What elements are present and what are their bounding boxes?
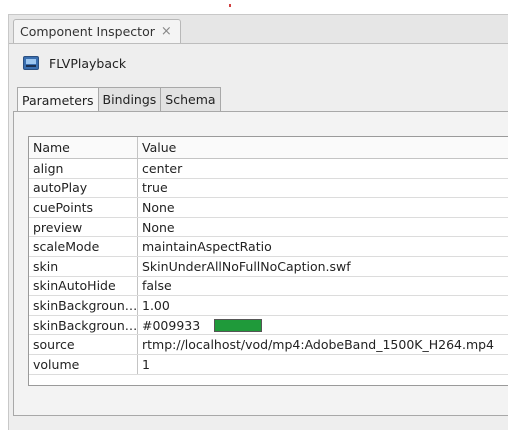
param-value-text: None xyxy=(142,199,175,215)
table-row[interactable]: skin SkinUnderAllNoFullNoCaption.swf xyxy=(29,256,508,277)
param-value-text: 1.00 xyxy=(142,297,170,313)
top-marker xyxy=(229,4,231,7)
param-name: scaleMode xyxy=(29,237,138,256)
tab-bindings[interactable]: Bindings xyxy=(97,87,162,111)
param-value-text: 1 xyxy=(142,356,150,372)
param-value[interactable]: false xyxy=(138,277,508,296)
window-top-strip xyxy=(0,0,508,14)
component-header: FLVPlayback xyxy=(23,53,126,73)
param-name: align xyxy=(29,159,138,178)
color-swatch[interactable] xyxy=(214,318,263,332)
param-value[interactable]: 1.00 xyxy=(138,296,508,315)
param-name: cuePoints xyxy=(29,198,138,217)
table-row[interactable]: autoPlay true xyxy=(29,178,508,199)
param-name: skinAutoHide xyxy=(29,276,138,296)
table-row[interactable]: source rtmp://localhost/vod/mp4:AdobeBand… xyxy=(29,335,508,355)
flv-component-icon xyxy=(23,56,39,70)
param-name: skin xyxy=(29,256,138,276)
component-name: FLVPlayback xyxy=(49,55,127,71)
close-icon[interactable]: × xyxy=(161,25,172,38)
param-value[interactable]: 1 xyxy=(138,355,508,374)
table-row[interactable]: skinAutoHide false xyxy=(29,276,508,297)
param-value[interactable]: None xyxy=(138,198,508,217)
param-name: source xyxy=(29,335,138,354)
table-row[interactable]: skinBackgroun… 1.00 xyxy=(29,296,508,316)
parameters-tab-content: Name Value align center autoPlay true cuePoi… xyxy=(13,111,508,416)
param-value-text: rtmp://localhost/vod/mp4:AdobeBand_1500K… xyxy=(142,337,495,353)
param-value[interactable]: None xyxy=(138,218,508,237)
param-value-text: #009933 xyxy=(142,317,201,333)
grid-body: align center autoPlay true cuePoints None prev… xyxy=(29,159,508,375)
param-value[interactable]: rtmp://localhost/vod/mp4:AdobeBand_1500K… xyxy=(138,335,508,354)
table-row[interactable]: preview None xyxy=(29,217,508,238)
param-name: volume xyxy=(29,354,138,374)
param-value[interactable]: SkinUnderAllNoFullNoCaption.swf xyxy=(138,257,508,276)
table-row[interactable]: volume 1 xyxy=(29,354,508,375)
component-inspector-tab[interactable]: Component Inspector × xyxy=(13,19,181,43)
param-value-text: maintainAspectRatio xyxy=(142,239,272,255)
param-name: preview xyxy=(29,217,138,237)
table-row[interactable]: skinBackgroun… #009933 xyxy=(29,315,508,336)
param-value-text: center xyxy=(142,160,183,176)
tab-parameters[interactable]: Parameters xyxy=(17,87,99,112)
param-name: skinBackgroun… xyxy=(29,296,138,315)
component-inspector-panel: Component Inspector × FLVPlayback Parame… xyxy=(8,14,508,430)
column-header-name[interactable]: Name xyxy=(29,137,138,158)
tab-schema[interactable]: Schema xyxy=(160,87,221,111)
table-row[interactable]: align center xyxy=(29,159,508,179)
column-header-value[interactable]: Value xyxy=(138,137,508,158)
param-value[interactable]: maintainAspectRatio xyxy=(138,237,508,256)
param-value[interactable]: #009933 xyxy=(138,316,508,335)
param-value-text: None xyxy=(142,219,175,235)
table-row[interactable]: cuePoints None xyxy=(29,198,508,218)
grid-header: Name Value xyxy=(29,137,508,159)
parameters-grid: Name Value align center autoPlay true cuePoi… xyxy=(28,136,508,386)
param-value-text: true xyxy=(142,180,168,196)
panel-tab-title: Component Inspector xyxy=(20,24,155,39)
param-name: skinBackgroun… xyxy=(29,315,138,335)
param-value-text: false xyxy=(142,278,172,294)
panel-tab-bar: Component Inspector × xyxy=(9,15,508,44)
table-row[interactable]: scaleMode maintainAspectRatio xyxy=(29,237,508,257)
inspector-tabs: Parameters Bindings Schema xyxy=(17,87,221,112)
param-value[interactable]: true xyxy=(138,179,508,198)
param-name: autoPlay xyxy=(29,178,138,198)
param-value[interactable]: center xyxy=(138,159,508,178)
param-value-text: SkinUnderAllNoFullNoCaption.swf xyxy=(142,258,351,274)
